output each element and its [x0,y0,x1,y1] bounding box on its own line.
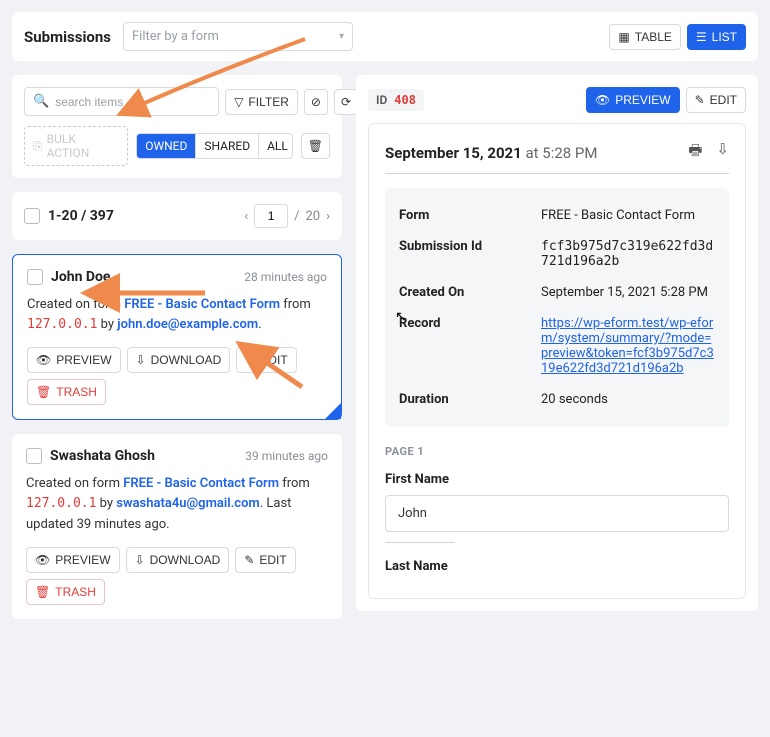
filter-button[interactable]: ▽ FILTER [225,89,298,115]
submission-summary: Created on form FREE - Basic Contact For… [26,474,328,534]
search-input-wrap[interactable]: 🔍 [24,87,219,116]
page-section-label: PAGE 1 [385,445,729,458]
topbar: Submissions Filter by a form ▾ ▦ TABLE ☰… [12,12,758,61]
page-sep: / [294,209,299,224]
trash-icon: 🗑 [35,585,50,599]
eye-icon: 👁 [595,93,610,107]
trash-filter-button[interactable]: 🗑 [301,133,330,159]
search-input[interactable] [55,95,210,109]
submission-time: 39 minutes ago [245,449,328,463]
submission-name: Swashata Ghosh [50,448,155,464]
download-icon[interactable]: ⇩ [716,140,729,165]
refresh-button[interactable]: ⟳ [334,89,358,115]
search-icon: 🔍 [33,94,49,109]
trash-button[interactable]: 🗑 TRASH [27,379,106,405]
last-name-label: Last Name [385,559,729,574]
view-list-button[interactable]: ☰ LIST [687,24,746,50]
list-icon: ☰ [696,30,707,44]
first-name-label: First Name [385,472,729,487]
detail-preview-button[interactable]: 👁 PREVIEW [586,87,680,113]
refresh-icon: ⟳ [341,95,351,109]
detail-panel-wrap: ID 408 👁 PREVIEW ✎ EDIT September 15, 20… [356,75,758,611]
meta-form-label: Form [399,208,529,223]
pencil-icon: ✎ [245,353,255,367]
first-name-value: John [385,495,729,532]
eye-icon: 👁 [36,353,51,367]
submission-date: September 15, 2021 at 5:28 PM 🖶 ⇩ [385,140,729,165]
trash-button[interactable]: 🗑 TRASH [26,579,105,605]
page-total: 20 [305,209,320,224]
meta-record-label: Record [399,316,529,376]
segment-shared[interactable]: SHARED [196,134,259,158]
print-icon[interactable]: 🖶 [688,140,702,165]
form-filter-select[interactable]: Filter by a form ▾ [123,22,353,51]
select-item-checkbox[interactable] [27,269,43,285]
meta-duration-label: Duration [399,392,529,407]
cursor-icon: ↖ [395,309,407,325]
eye-icon: 👁 [35,553,50,567]
download-icon: ⇩ [135,553,145,567]
prev-page-button[interactable]: ‹ [244,209,248,224]
clear-filter-button[interactable]: ⊘ [304,89,328,115]
email-link[interactable]: john.doe@example.com [117,317,258,332]
meta-sid-label: Submission Id [399,239,529,269]
pagination-panel: 1-20 / 397 ‹ / 20 › [12,192,342,240]
download-button[interactable]: ⇩ DOWNLOAD [127,347,231,373]
download-button[interactable]: ⇩ DOWNLOAD [126,547,230,573]
meta-form-value: FREE - Basic Contact Form [541,208,715,223]
page-input[interactable] [254,204,288,228]
ownership-segmented: OWNED SHARED ALL [136,133,293,159]
id-value: 408 [394,93,416,107]
form-link[interactable]: FREE - Basic Contact Form [123,476,279,491]
view-table-button[interactable]: ▦ TABLE [609,24,680,50]
detail-panel: September 15, 2021 at 5:28 PM 🖶 ⇩ Form F… [368,123,746,599]
meta-record-value: https://wp-eform.test/wp-eform/system/su… [541,316,715,376]
detail-edit-button[interactable]: ✎ EDIT [686,87,746,113]
submission-time: 28 minutes ago [244,270,327,284]
bulk-icon: ⎘ [33,139,43,154]
table-icon: ▦ [618,30,629,44]
view-toggle: ▦ TABLE ☰ LIST [609,24,746,50]
bulk-action-button[interactable]: ⎘ BULK ACTION [24,126,128,166]
meta-created-value: September 15, 2021 5:28 PM [541,285,715,300]
ip-address: 127.0.0.1 [27,317,97,332]
meta-created-label: Created On [399,285,529,300]
trash-icon: 🗑 [36,385,51,399]
submission-card[interactable]: Swashata Ghosh 39 minutes ago Created on… [12,434,342,618]
pagination-range: 1-20 / 397 [48,208,114,224]
edit-button[interactable]: ✎ EDIT [236,347,296,373]
funnel-icon: ▽ [234,95,243,109]
submission-id-pill: ID 408 [368,89,424,111]
preview-button[interactable]: 👁 PREVIEW [26,547,120,573]
meta-sid-value: fcf3b975d7c319e622fd3d721d196a2b [541,239,715,269]
form-link[interactable]: FREE - Basic Contact Form [124,297,280,312]
submission-card[interactable]: John Doe 28 minutes ago Created on form … [12,254,342,420]
submission-summary: Created on form FREE - Basic Contact For… [27,295,327,335]
edit-button[interactable]: ✎ EDIT [235,547,295,573]
filter-panel: 🔍 ▽ FILTER ⊘ ⟳ ⎘ BULK ACTION [12,75,342,178]
meta-duration-value: 20 seconds [541,392,715,407]
preview-button[interactable]: 👁 PREVIEW [27,347,121,373]
pencil-icon: ✎ [695,93,705,107]
ip-address: 127.0.0.1 [26,496,96,511]
chevron-down-icon: ▾ [339,31,344,42]
email-link[interactable]: swashata4u@gmail.com [116,496,259,511]
segment-all[interactable]: ALL [259,134,293,158]
form-filter-placeholder: Filter by a form [132,29,219,44]
clear-icon: ⊘ [311,95,321,109]
trash-icon: 🗑 [308,139,323,153]
pencil-icon: ✎ [244,553,254,567]
submission-name: John Doe [51,269,110,285]
record-link[interactable]: https://wp-eform.test/wp-eform/system/su… [541,316,714,376]
page-title: Submissions [24,28,111,46]
select-all-checkbox[interactable] [24,208,40,224]
segment-owned[interactable]: OWNED [137,134,196,158]
download-icon: ⇩ [136,353,146,367]
id-label: ID [376,93,387,107]
select-item-checkbox[interactable] [26,448,42,464]
meta-box: Form FREE - Basic Contact Form Submissio… [385,188,729,427]
next-page-button[interactable]: › [326,209,330,224]
